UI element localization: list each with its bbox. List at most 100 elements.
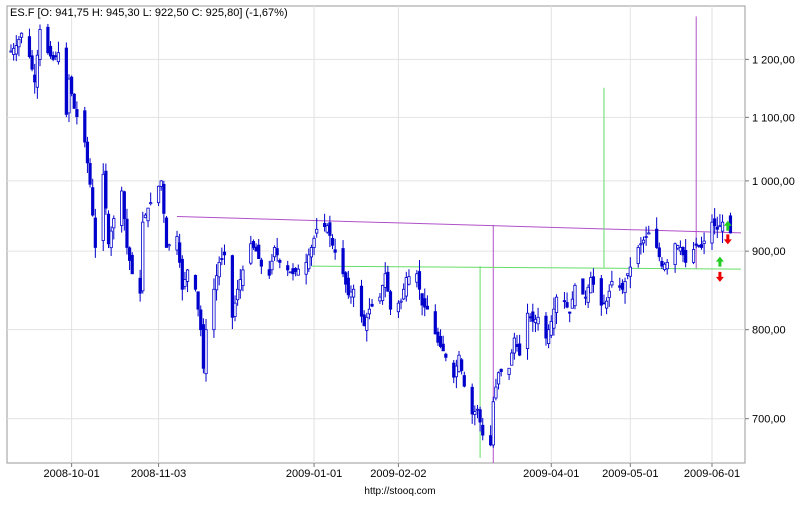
candle-body	[183, 279, 187, 287]
candle-body	[396, 302, 401, 313]
candle-body	[562, 300, 567, 303]
candle-body	[528, 316, 532, 319]
candle-body	[425, 305, 429, 310]
candle-body	[423, 298, 427, 308]
x-tick-label: 2008-11-03	[131, 468, 186, 480]
candle-body	[623, 281, 627, 294]
candle-body	[267, 269, 271, 276]
y-tick-label: 800,00	[752, 325, 786, 337]
candle-body	[383, 273, 387, 288]
candle-body	[697, 245, 701, 247]
candle-body	[351, 288, 356, 298]
candle-body	[420, 293, 424, 306]
candle-body	[212, 288, 216, 331]
candle-body	[626, 273, 630, 276]
candle-body	[402, 288, 406, 300]
candle-body	[30, 55, 34, 70]
candle-body	[328, 222, 332, 236]
candle-body	[238, 279, 242, 291]
candle-body	[70, 76, 74, 94]
candle-body	[678, 247, 682, 252]
candle-body	[249, 243, 253, 264]
candle-body	[581, 278, 585, 295]
candle-body	[665, 261, 669, 270]
y-tick-label: 1 000,00	[752, 176, 795, 188]
candle-body	[599, 278, 603, 306]
candle-body	[222, 251, 227, 256]
candle-body	[349, 291, 353, 298]
candle-body	[457, 354, 461, 373]
candle-body	[673, 243, 677, 265]
candle-body	[404, 277, 408, 297]
y-tick-label: 1 100,00	[752, 112, 795, 124]
candle-body	[164, 217, 169, 248]
candle-body	[644, 236, 648, 238]
candle-body	[604, 300, 609, 309]
candle-body	[475, 408, 480, 411]
candle-body	[655, 228, 659, 248]
candle-body	[380, 284, 385, 302]
candle-body	[259, 259, 263, 267]
candle-body	[217, 261, 221, 278]
candle-body	[473, 411, 477, 415]
candle-body	[512, 337, 516, 354]
candle-body	[494, 386, 498, 399]
candle-body	[143, 214, 148, 219]
candle-body	[109, 230, 113, 249]
candle-body	[549, 320, 553, 336]
candle-body	[17, 38, 21, 48]
candle-body	[525, 312, 530, 349]
candle-body	[470, 386, 474, 415]
y-axis-ticks: 700,00 800,00 900,00 1 000,00 1 100,00 1 200,…	[745, 54, 795, 426]
candle-body	[286, 265, 290, 271]
candle-body	[441, 343, 445, 352]
candle-body	[618, 285, 622, 288]
candle-body	[46, 26, 50, 54]
candle-body	[309, 247, 314, 258]
candle-body	[296, 268, 300, 276]
candle-body	[272, 247, 277, 258]
candle-body	[122, 191, 126, 220]
candle-body	[220, 258, 224, 260]
x-tick-label: 2008-10-01	[43, 468, 99, 480]
candle-body	[127, 247, 132, 261]
candle-body	[641, 239, 646, 244]
candle-body	[454, 365, 458, 378]
candle-body	[112, 218, 116, 229]
candle-body	[628, 266, 632, 277]
candle-body	[518, 343, 522, 356]
candle-body	[684, 249, 688, 263]
candle-body	[699, 244, 704, 248]
candle-body	[713, 218, 717, 227]
candle-body	[27, 36, 32, 57]
candle-body	[288, 271, 292, 274]
candle-body	[312, 237, 316, 248]
candle-body	[330, 237, 335, 246]
candle-body	[251, 241, 256, 248]
candle-body	[365, 316, 369, 331]
candle-body	[291, 268, 295, 275]
candle-body	[214, 275, 219, 291]
candle-body	[436, 331, 440, 343]
candle-body	[694, 243, 698, 246]
candle-body	[54, 55, 58, 58]
plot-frame	[6, 5, 746, 464]
candle-body	[586, 286, 590, 303]
candle-body	[715, 226, 719, 230]
candle-body	[444, 353, 448, 358]
candle-body	[388, 291, 393, 310]
candle-body	[75, 109, 79, 118]
candle-body	[460, 359, 464, 371]
candle-body	[610, 281, 614, 286]
candle-body	[236, 288, 240, 301]
candle-body	[193, 274, 198, 290]
candle-body	[12, 47, 16, 55]
candle-body	[570, 298, 574, 309]
x-tick-label: 2009-02-02	[370, 468, 426, 480]
candle-body	[602, 302, 606, 305]
candle-body	[507, 367, 511, 375]
candle-body	[647, 232, 651, 235]
candle-body	[462, 375, 466, 387]
source-link[interactable]: http://stooq.com	[0, 486, 800, 497]
candle-body	[438, 335, 443, 347]
